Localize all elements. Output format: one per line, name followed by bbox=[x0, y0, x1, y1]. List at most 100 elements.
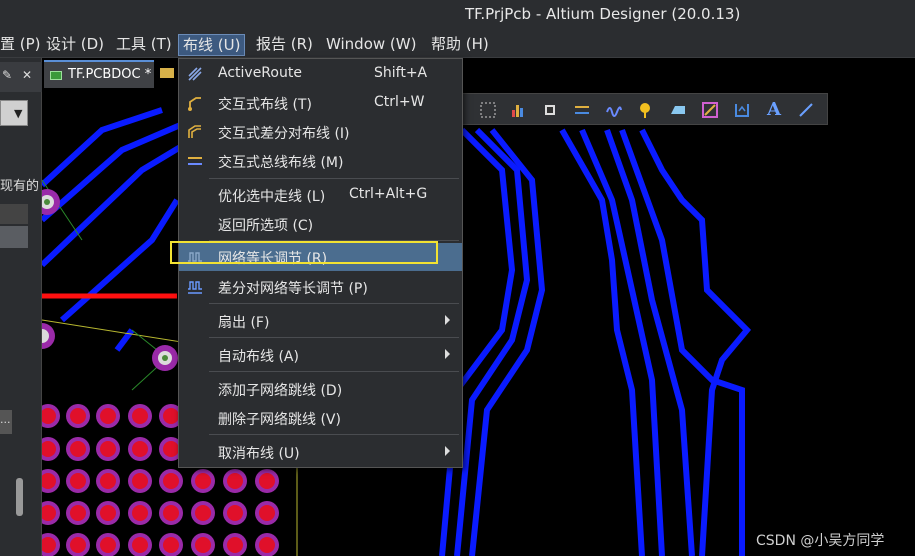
menu-item-remove-subnet-jumper[interactable]: 删除子网络跳线 (V) bbox=[179, 404, 462, 432]
title-bar: TF.PrjPcb - Altium Designer (20.0.13) bbox=[0, 0, 915, 30]
tune-icon[interactable] bbox=[606, 102, 622, 118]
diff-length-tune-icon bbox=[188, 281, 202, 294]
highlight-box bbox=[170, 241, 438, 264]
panel-more-button[interactable]: ... bbox=[0, 410, 12, 434]
menu-item-activeroute[interactable]: ActiveRoute Shift+A bbox=[179, 60, 462, 88]
close-icon[interactable]: ✕ bbox=[22, 68, 32, 82]
menu-item-label: ActiveRoute bbox=[218, 65, 302, 81]
bus-icon[interactable] bbox=[574, 102, 590, 118]
menu-item-label: 扇出 (F) bbox=[218, 315, 270, 331]
menu-separator bbox=[209, 371, 459, 372]
menu-item-fanout[interactable]: 扇出 (F) bbox=[179, 307, 462, 335]
interactive-route-icon bbox=[188, 97, 201, 111]
menu-window[interactable]: Window (W) bbox=[322, 34, 420, 56]
folder-icon[interactable] bbox=[160, 68, 174, 78]
panel-scrollbar[interactable] bbox=[16, 478, 23, 516]
bga-pad-center bbox=[100, 505, 116, 521]
pcb-toolbar: A bbox=[462, 93, 828, 125]
menu-item-label: 差分对网络等长调节 (P) bbox=[218, 281, 368, 297]
bga-pad-center bbox=[132, 473, 148, 489]
bga-pad-center bbox=[100, 408, 116, 424]
bga-pad-center bbox=[259, 537, 275, 553]
bga-pad-center bbox=[227, 537, 243, 553]
pcb-drawing bbox=[29, 107, 752, 556]
menu-item-bus-route[interactable]: 交互式总线布线 (M) bbox=[179, 147, 462, 175]
keepout-icon[interactable] bbox=[702, 102, 718, 118]
track bbox=[60, 198, 180, 323]
track bbox=[39, 107, 163, 188]
select-rect-icon[interactable] bbox=[480, 102, 496, 118]
active-route-icon bbox=[188, 67, 202, 81]
menu-item-diff-pair-route[interactable]: 交互式差分对布线 (I) bbox=[179, 118, 462, 146]
left-panel: ▼ 现有的 ... bbox=[0, 58, 42, 556]
bga-pad-center bbox=[227, 505, 243, 521]
panel-row[interactable] bbox=[0, 204, 28, 224]
bga-pad-center bbox=[163, 408, 179, 424]
bga-pad-center bbox=[70, 537, 86, 553]
line-tool-icon[interactable] bbox=[798, 102, 814, 118]
bga-pad-center bbox=[163, 505, 179, 521]
diff-pair-route-icon bbox=[188, 125, 201, 138]
chevron-down-icon: ▼ bbox=[14, 107, 23, 120]
submenu-arrow-icon bbox=[445, 446, 450, 456]
menu-reports[interactable]: 报告 (R) bbox=[252, 34, 317, 56]
pcb-canvas[interactable] bbox=[29, 90, 915, 556]
menu-item-shortcut: Ctrl+Alt+G bbox=[349, 186, 428, 202]
menu-item-label: 添加子网络跳线 (D) bbox=[218, 383, 343, 399]
menu-separator bbox=[209, 303, 459, 304]
menu-item-optimize-selected[interactable]: 优化选中走线 (L) Ctrl+Alt+G bbox=[179, 181, 462, 209]
bga-pad-center bbox=[132, 505, 148, 521]
menu-tools[interactable]: 工具 (T) bbox=[112, 34, 176, 56]
menu-design[interactable]: 设计 (D) bbox=[42, 34, 108, 56]
bga-pad-center bbox=[163, 473, 179, 489]
bus-route-icon bbox=[188, 157, 202, 165]
dimension-icon[interactable] bbox=[734, 102, 750, 118]
menu-item-label: 交互式总线布线 (M) bbox=[218, 155, 344, 171]
bga-pad-center bbox=[70, 505, 86, 521]
menu-separator bbox=[209, 337, 459, 338]
menu-item-unroute[interactable]: 取消布线 (U) bbox=[179, 438, 462, 466]
watermark: CSDN @小吴方同学 bbox=[756, 533, 885, 549]
bga-pad-center bbox=[195, 537, 211, 553]
panel-row-selected[interactable] bbox=[0, 226, 28, 248]
submenu-arrow-icon bbox=[445, 315, 450, 325]
bga-pad-center bbox=[163, 441, 179, 457]
bga-pad-center bbox=[132, 537, 148, 553]
menu-item-label: 返回所选项 (C) bbox=[218, 218, 314, 234]
menu-item-diff-length-tune[interactable]: 差分对网络等长调节 (P) bbox=[179, 273, 462, 301]
menu-separator bbox=[209, 178, 459, 179]
menu-item-return-selected[interactable]: 返回所选项 (C) bbox=[179, 210, 462, 238]
menu-item-shortcut: Ctrl+W bbox=[374, 94, 425, 110]
menu-item-interactive-route[interactable]: 交互式布线 (T) Ctrl+W bbox=[179, 89, 462, 117]
menu-item-label: 优化选中走线 (L) bbox=[218, 189, 326, 205]
tab-pcbdoc[interactable]: TF.PCBDOC * bbox=[44, 60, 154, 88]
menu-item-label: 交互式布线 (T) bbox=[218, 97, 312, 113]
menu-item-add-subnet-jumper[interactable]: 添加子网络跳线 (D) bbox=[179, 375, 462, 403]
pin-icon[interactable]: ✎ bbox=[2, 68, 12, 82]
track bbox=[40, 117, 194, 223]
bga-pad-center bbox=[227, 473, 243, 489]
bga-pad-center bbox=[132, 408, 148, 424]
bga-pad-center bbox=[70, 408, 86, 424]
text-tool-icon[interactable]: A bbox=[767, 99, 783, 120]
menu-item-label: 取消布线 (U) bbox=[218, 446, 300, 462]
component-icon[interactable] bbox=[542, 102, 558, 118]
bga-pad-center bbox=[100, 537, 116, 553]
panel-dropdown[interactable]: ▼ bbox=[0, 100, 28, 126]
bga-pad-center bbox=[70, 441, 86, 457]
bga-pad-center bbox=[70, 473, 86, 489]
menu-route[interactable]: 布线 (U) bbox=[178, 34, 246, 56]
menu-item-label: 删除子网络跳线 (V) bbox=[218, 412, 341, 428]
menu-help[interactable]: 帮助 (H) bbox=[427, 34, 493, 56]
menu-bar: 置 (P) 设计 (D) 工具 (T) 布线 (U) 报告 (R) Window… bbox=[0, 30, 915, 58]
chart-icon[interactable] bbox=[510, 102, 526, 118]
pcb-document-icon bbox=[50, 71, 62, 80]
menu-item-label: 自动布线 (A) bbox=[218, 349, 299, 365]
menu-item-label: 交互式差分对布线 (I) bbox=[218, 126, 350, 142]
menu-place[interactable]: 置 (P) bbox=[0, 34, 45, 56]
polygon-icon[interactable] bbox=[670, 102, 686, 118]
via-tool-icon[interactable] bbox=[638, 102, 654, 118]
menu-item-autoroute[interactable]: 自动布线 (A) bbox=[179, 341, 462, 369]
bga-pad-center bbox=[100, 441, 116, 457]
menu-separator bbox=[209, 434, 459, 435]
